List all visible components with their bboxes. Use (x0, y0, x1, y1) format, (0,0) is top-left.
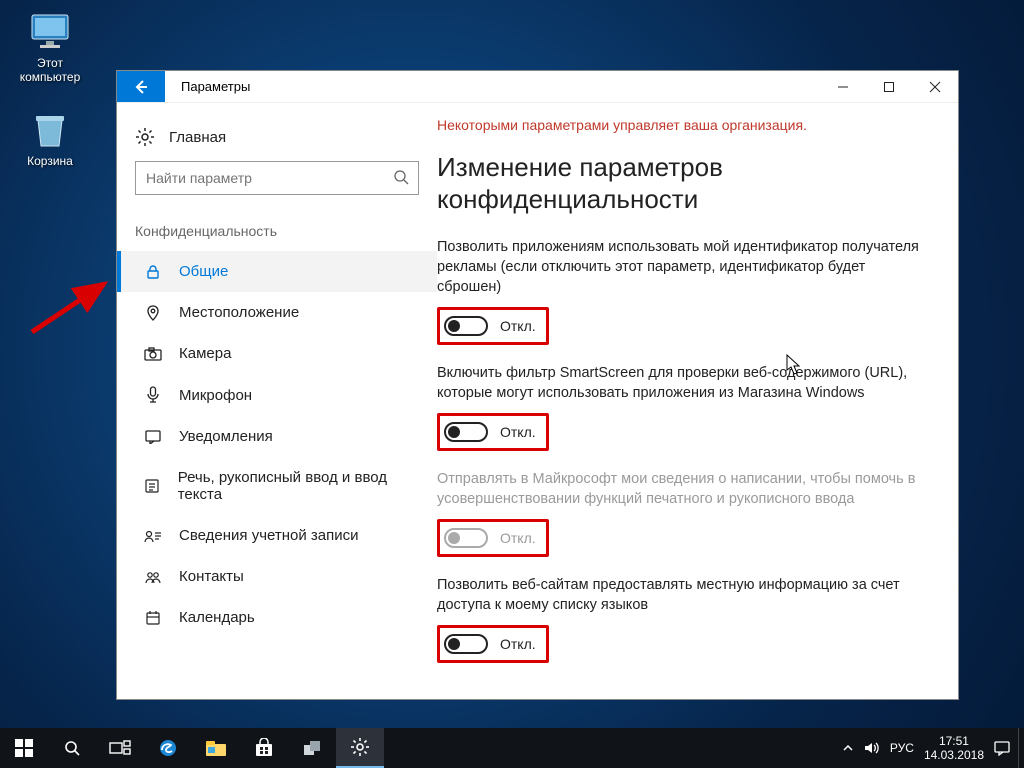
tray-time: 17:51 (924, 734, 984, 748)
speech-icon (143, 478, 162, 494)
minimize-button[interactable] (820, 71, 866, 102)
nav-label: Общие (179, 263, 228, 280)
nav-label: Календарь (179, 609, 255, 626)
nav-label: Сведения учетной записи (179, 527, 359, 544)
setting-desc: Позволить приложениям использовать мой и… (437, 237, 928, 297)
taskbar-edge[interactable] (144, 728, 192, 768)
taskbar: РУС 17:51 14.03.2018 (0, 728, 1024, 768)
toggle-state: Откл. (500, 318, 536, 334)
action-center-icon[interactable] (994, 740, 1010, 756)
gear-icon (135, 127, 155, 147)
maximize-button[interactable] (866, 71, 912, 102)
window-title: Параметры (165, 71, 266, 102)
toggle-switch[interactable] (444, 422, 488, 442)
camera-icon (143, 347, 163, 361)
taskbar-search[interactable] (48, 728, 96, 768)
task-view-button[interactable] (96, 728, 144, 768)
setting-desc: Включить фильтр SmartScreen для проверки… (437, 363, 928, 403)
recycle-bin-icon (26, 110, 74, 150)
tray-language[interactable]: РУС (890, 741, 914, 755)
notifications-icon (143, 430, 163, 444)
nav-contacts[interactable]: Контакты (117, 556, 437, 597)
desktop-icon-label: Корзина (12, 154, 88, 168)
contacts-icon (143, 570, 163, 584)
page-heading: Изменение параметров конфиденциальности (437, 151, 928, 215)
desktop-icon-recycle-bin[interactable]: Корзина (12, 110, 88, 168)
desktop-icon-label: Этот компьютер (12, 56, 88, 84)
content-pane: Некоторыми параметрами управляет ваша ор… (437, 103, 958, 699)
account-icon (143, 529, 163, 543)
search-icon (393, 169, 409, 185)
annotation-arrow (26, 270, 116, 340)
microphone-icon (143, 386, 163, 404)
nav-location[interactable]: Местоположение (117, 292, 437, 333)
system-tray: РУС 17:51 14.03.2018 (834, 728, 1018, 768)
toggle-row: Откл. (437, 519, 549, 557)
toggle-switch[interactable] (444, 316, 488, 336)
toggle-state: Откл. (500, 636, 536, 652)
policy-note: Некоторыми параметрами управляет ваша ор… (437, 117, 928, 133)
nav-notifications[interactable]: Уведомления (117, 416, 437, 457)
search-wrap (117, 161, 437, 213)
nav-microphone[interactable]: Микрофон (117, 374, 437, 416)
nav-label: Местоположение (179, 304, 299, 321)
titlebar: Параметры (117, 71, 958, 103)
tray-chevron-up-icon[interactable] (842, 742, 854, 754)
sidebar: Главная Конфиденциальность Общие Местопо… (117, 103, 437, 699)
tray-clock[interactable]: 17:51 14.03.2018 (924, 734, 984, 762)
toggle-switch (444, 528, 488, 548)
calendar-icon (143, 610, 163, 626)
show-desktop-button[interactable] (1018, 728, 1024, 768)
nav-label: Речь, рукописный ввод и ввод текста (178, 469, 419, 503)
close-button[interactable] (912, 71, 958, 102)
nav-label: Уведомления (179, 428, 273, 445)
section-label: Конфиденциальность (117, 213, 437, 251)
nav-calendar[interactable]: Календарь (117, 597, 437, 638)
toggle-switch[interactable] (444, 634, 488, 654)
nav-label: Камера (179, 345, 231, 362)
lock-icon (143, 264, 163, 280)
pc-icon (26, 12, 74, 52)
toggle-row: Откл. (437, 413, 549, 451)
tray-date: 14.03.2018 (924, 748, 984, 762)
nav-camera[interactable]: Камера (117, 333, 437, 374)
nav-label: Микрофон (179, 387, 252, 404)
back-button[interactable] (117, 71, 165, 102)
taskbar-explorer[interactable] (192, 728, 240, 768)
setting-desc: Отправлять в Майкрософт мои сведения о н… (437, 469, 928, 509)
setting-smartscreen: Включить фильтр SmartScreen для проверки… (437, 363, 928, 451)
home-link[interactable]: Главная (117, 121, 437, 161)
toggle-row: Откл. (437, 625, 549, 663)
taskbar-store[interactable] (240, 728, 288, 768)
toggle-row: Откл. (437, 307, 549, 345)
toggle-state: Откл. (500, 424, 536, 440)
search-input[interactable] (135, 161, 419, 195)
nav-account[interactable]: Сведения учетной записи (117, 515, 437, 556)
tray-volume-icon[interactable] (864, 741, 880, 755)
nav-speech[interactable]: Речь, рукописный ввод и ввод текста (117, 457, 437, 515)
setting-send-typing: Отправлять в Майкрософт мои сведения о н… (437, 469, 928, 557)
settings-window: Параметры Главная Конфиденциальность (116, 70, 959, 700)
nav-general[interactable]: Общие (117, 251, 437, 292)
setting-advertising-id: Позволить приложениям использовать мой и… (437, 237, 928, 345)
location-icon (143, 305, 163, 321)
setting-desc: Позволить веб-сайтам предоставлять местн… (437, 575, 928, 615)
toggle-state: Откл. (500, 530, 536, 546)
taskbar-app[interactable] (288, 728, 336, 768)
desktop-icon-this-pc[interactable]: Этот компьютер (12, 12, 88, 84)
setting-websites-lang: Позволить веб-сайтам предоставлять местн… (437, 575, 928, 663)
taskbar-settings[interactable] (336, 728, 384, 768)
home-label: Главная (169, 129, 226, 146)
nav-label: Контакты (179, 568, 244, 585)
start-button[interactable] (0, 728, 48, 768)
